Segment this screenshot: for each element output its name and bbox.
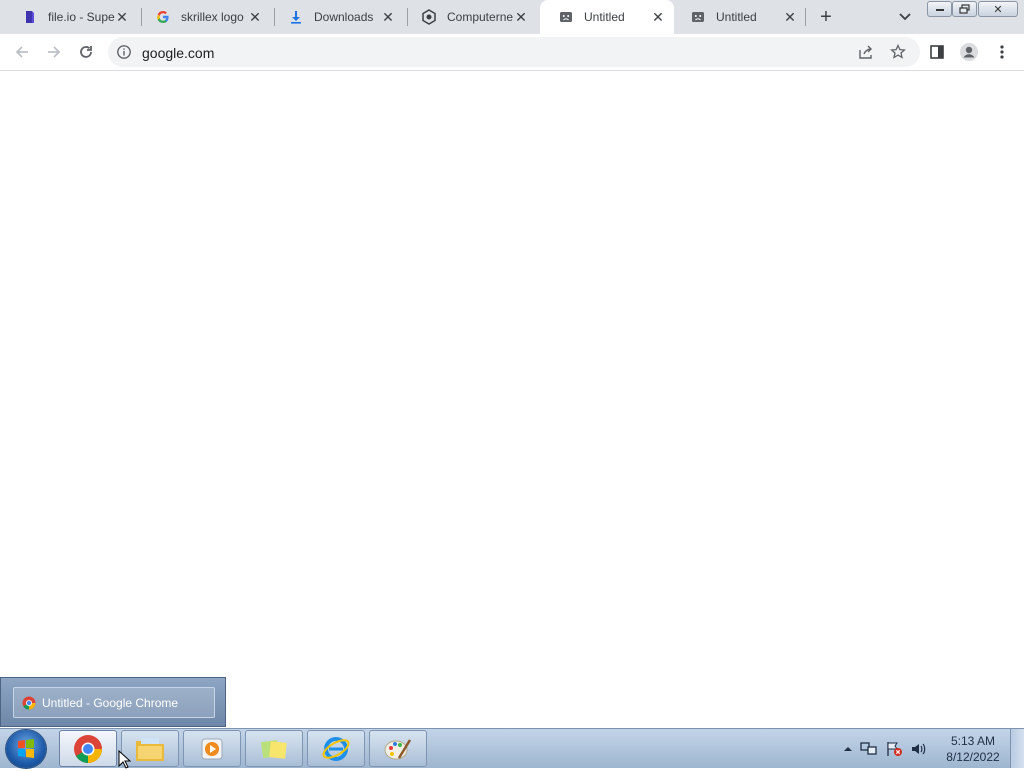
minimize-icon [935, 9, 944, 11]
close-tab-icon[interactable]: ✕ [114, 9, 130, 25]
volume-icon[interactable] [910, 741, 928, 757]
system-tray [843, 737, 928, 761]
sticky-notes-icon [260, 739, 287, 759]
close-tab-icon[interactable]: ✕ [513, 9, 529, 25]
share-button[interactable] [854, 40, 878, 64]
side-panel-button[interactable] [925, 40, 949, 64]
page-content [0, 71, 1024, 728]
taskbar-ie-button[interactable] [307, 730, 365, 767]
restore-icon [959, 4, 970, 14]
network-icon[interactable] [860, 741, 878, 757]
tab-search-button[interactable] [894, 6, 916, 28]
close-tab-icon[interactable]: ✕ [782, 9, 798, 25]
taskbar-preview: Untitled - Google Chrome [0, 677, 226, 727]
sad-tab-icon [558, 9, 574, 25]
show-hidden-icons-icon[interactable] [843, 745, 853, 753]
profile-button[interactable] [957, 40, 981, 64]
close-tab-icon[interactable]: ✕ [380, 9, 396, 25]
tab-downloads[interactable]: Downloads ✕ [270, 0, 404, 34]
close-tab-icon[interactable]: ✕ [650, 9, 666, 25]
star-icon [890, 44, 906, 59]
clock-date: 8/12/2022 [946, 750, 1000, 764]
start-button[interactable] [6, 730, 46, 768]
fileio-favicon [22, 9, 38, 25]
close-window-button[interactable]: ✕ [978, 1, 1018, 17]
tab-separator [805, 8, 806, 26]
taskbar-paint-button[interactable] [369, 730, 427, 767]
preview-label: Untitled - Google Chrome [42, 695, 179, 710]
menu-button[interactable] [990, 40, 1014, 64]
media-player-icon [201, 738, 223, 759]
bookmark-button[interactable] [886, 40, 910, 64]
paint-icon [384, 738, 412, 759]
forward-button[interactable] [42, 40, 66, 64]
chrome-icon [22, 696, 36, 709]
forward-arrow-icon [48, 46, 61, 58]
sad-tab-icon [690, 9, 706, 25]
tab-computerne[interactable]: Computerne ✕ [403, 0, 537, 34]
computerne-favicon [421, 9, 437, 25]
folder-icon [136, 737, 164, 761]
share-icon [859, 45, 872, 59]
windows-logo-icon [18, 739, 34, 758]
clock-time: 5:13 AM [950, 734, 996, 748]
chevron-down-icon [899, 13, 911, 21]
tab-fileio[interactable]: file.io - Supe ✕ [4, 0, 138, 34]
mouse-cursor-icon [118, 750, 132, 769]
taskbar: 5:13 AM 8/12/2022 [0, 728, 1024, 768]
avatar-icon [960, 43, 978, 61]
address-bar[interactable]: google.com [108, 37, 920, 67]
restore-button[interactable] [952, 1, 977, 17]
reload-icon [80, 46, 92, 58]
back-button[interactable] [10, 40, 34, 64]
tab-skrillex[interactable]: skrillex logo ✕ [137, 0, 271, 34]
taskbar-chrome-button[interactable] [59, 730, 117, 767]
side-panel-icon [930, 45, 944, 59]
taskbar-media-player-button[interactable] [183, 730, 241, 767]
chrome-icon [74, 734, 102, 763]
preview-window-item[interactable]: Untitled - Google Chrome [13, 687, 215, 718]
new-tab-button[interactable]: + [813, 5, 839, 29]
close-icon: ✕ [993, 3, 1003, 16]
site-info-icon[interactable] [116, 44, 132, 60]
tab-untitled-active[interactable]: Untitled ✕ [540, 0, 674, 34]
back-arrow-icon [15, 46, 28, 58]
url-text[interactable]: google.com [142, 45, 214, 61]
minimize-button[interactable] [927, 1, 952, 17]
reload-button[interactable] [74, 40, 98, 64]
download-icon [288, 9, 304, 25]
action-center-flag-icon[interactable] [885, 741, 903, 757]
taskbar-sticky-notes-button[interactable] [245, 730, 303, 767]
internet-explorer-icon [322, 736, 350, 761]
tab-untitled[interactable]: Untitled ✕ [672, 0, 806, 34]
more-vert-icon [1000, 45, 1004, 59]
close-tab-icon[interactable]: ✕ [247, 9, 263, 25]
google-favicon [155, 9, 171, 25]
clock[interactable]: 5:13 AM 8/12/2022 [938, 733, 1008, 765]
browser-toolbar: google.com [0, 34, 1024, 71]
show-desktop-button[interactable] [1010, 729, 1024, 768]
tab-strip: file.io - Supe ✕ skrillex logo ✕ Downloa… [0, 0, 1024, 34]
